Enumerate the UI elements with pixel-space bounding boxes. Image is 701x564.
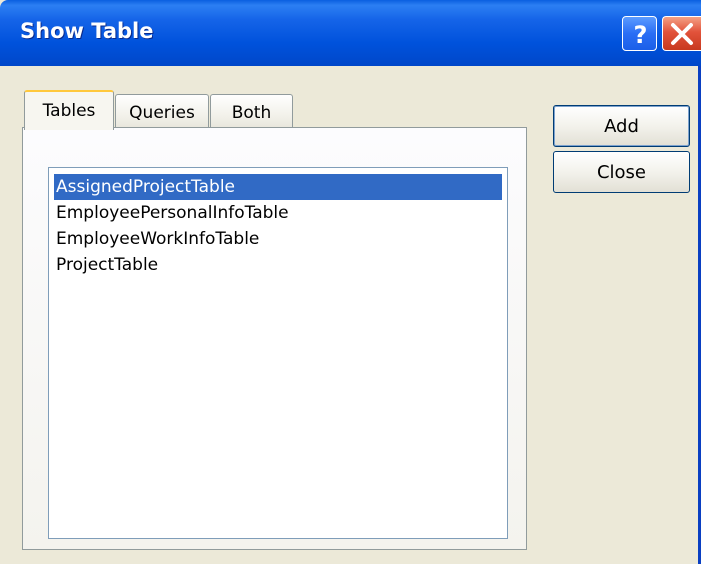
close-window-button[interactable]	[662, 16, 701, 51]
tab-label: Both	[231, 102, 272, 123]
dialog-content: Tables Queries Both AssignedProjectTable…	[0, 66, 701, 564]
help-button[interactable]: ?	[622, 16, 657, 51]
tab-label: Queries	[129, 102, 195, 123]
tab-both[interactable]: Both	[210, 94, 293, 130]
close-icon	[671, 23, 693, 45]
tab-queries[interactable]: Queries	[115, 94, 209, 130]
title-bar[interactable]: Show Table ?	[0, 0, 701, 66]
tab-label: Tables	[42, 101, 96, 121]
list-item[interactable]: ProjectTable	[54, 252, 502, 278]
list-item[interactable]: EmployeeWorkInfoTable	[54, 226, 502, 252]
window-title: Show Table	[20, 19, 154, 43]
show-table-dialog: Show Table ? Tables Queries Both Assigne…	[0, 0, 701, 564]
help-icon: ?	[634, 21, 648, 49]
tab-tables[interactable]: Tables	[24, 90, 114, 130]
list-item[interactable]: AssignedProjectTable	[54, 174, 502, 200]
table-list[interactable]: AssignedProjectTable EmployeePersonalInf…	[48, 167, 508, 539]
add-button-label: Add	[604, 115, 639, 137]
list-item[interactable]: EmployeePersonalInfoTable	[54, 200, 502, 226]
add-button[interactable]: Add	[553, 105, 690, 147]
close-button[interactable]: Close	[553, 151, 690, 193]
svg-text:?: ?	[634, 21, 648, 49]
close-button-label: Close	[596, 161, 647, 183]
